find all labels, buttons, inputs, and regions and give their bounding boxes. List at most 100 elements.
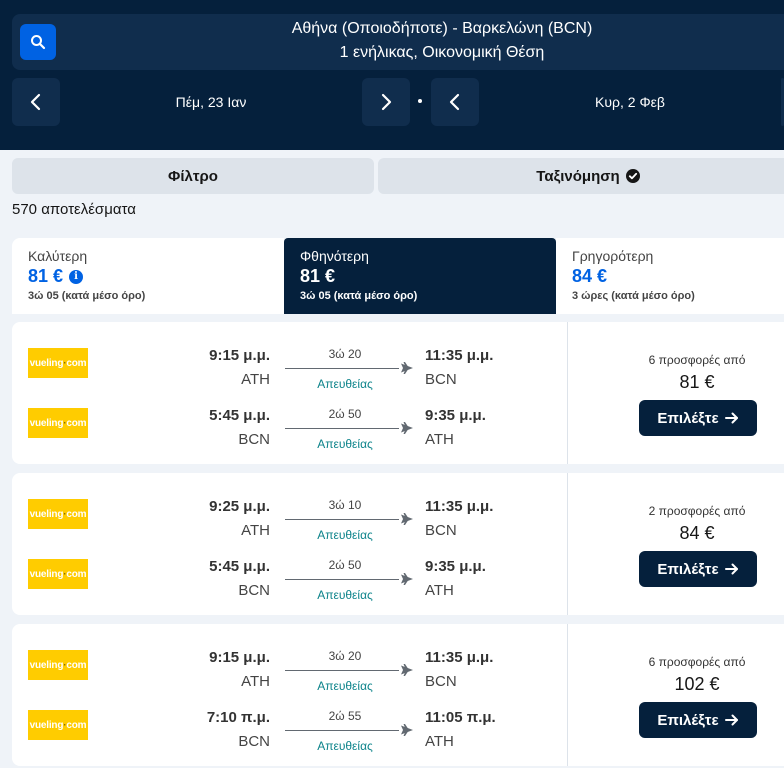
flight-duration: 2ώ 50 bbox=[328, 558, 362, 572]
filter-label: Φίλτρο bbox=[168, 167, 218, 185]
search-header: Αθήνα (Οποιοδήποτε) - Βαρκελώνη (BCN) 1 … bbox=[0, 0, 784, 150]
offers-count: 6 προσφορές από bbox=[648, 353, 746, 367]
stops-label: Απευθείας bbox=[317, 377, 373, 391]
chevron-left-icon bbox=[30, 93, 41, 111]
departure-airport: BCN bbox=[238, 431, 270, 448]
arrival-time: 11:35 μ.μ. bbox=[425, 649, 494, 666]
select-button[interactable]: Επιλέξτε bbox=[639, 551, 757, 587]
card-divider bbox=[567, 322, 568, 464]
departure-airport: ATH bbox=[241, 673, 270, 690]
sort-tabs: Καλύτερη 81 € i 3ώ 05 (κατά μέσο όρο) Φθη… bbox=[12, 238, 784, 314]
tab-fastest[interactable]: Γρηγορότερη 84 € 3 ώρες (κατά μέσο όρο) bbox=[556, 238, 784, 314]
plane-icon bbox=[401, 362, 413, 374]
flight-line bbox=[285, 670, 399, 671]
route-title: Αθήνα (Οποιοδήποτε) - Βαρκελώνη (BCN) bbox=[291, 20, 593, 37]
flight-duration: 3ώ 20 bbox=[328, 347, 362, 361]
tab-fastest-price: 84 € bbox=[572, 266, 608, 286]
plane-icon bbox=[401, 724, 413, 736]
departure-airport: ATH bbox=[241, 371, 270, 388]
arrival-time: 9:35 μ.μ. bbox=[425, 407, 486, 424]
arrow-right-icon bbox=[724, 412, 738, 424]
departure-time: 9:15 μ.μ. bbox=[209, 649, 270, 666]
plane-icon bbox=[401, 422, 413, 434]
arrival-airport: ATH bbox=[425, 582, 454, 599]
depart-date[interactable]: Πέμ, 23 Ιαν bbox=[60, 94, 362, 110]
arrival-time: 11:35 μ.μ. bbox=[425, 498, 494, 515]
departure-time: 7:10 π.μ. bbox=[206, 709, 270, 726]
tab-best-name: Καλύτερη bbox=[28, 248, 88, 264]
departure-airport: BCN bbox=[238, 582, 270, 599]
date-separator bbox=[418, 99, 422, 103]
airline-logo: vueling · com bbox=[28, 710, 88, 740]
flight-duration: 2ώ 55 bbox=[328, 709, 362, 723]
departure-time: 5:45 μ.μ. bbox=[209, 407, 270, 424]
result-card[interactable]: vueling · com 9:25 μ.μ. ATH 3ώ 10 Απευθεία… bbox=[12, 473, 784, 615]
flight-line bbox=[285, 428, 399, 429]
arrival-airport: ATH bbox=[425, 733, 454, 750]
stops-label: Απευθείας bbox=[317, 739, 373, 753]
stops-label: Απευθείας bbox=[317, 679, 373, 693]
search-summary-bar[interactable]: Αθήνα (Οποιοδήποτε) - Βαρκελώνη (BCN) 1 … bbox=[12, 14, 784, 70]
arrow-right-icon bbox=[724, 714, 738, 726]
chevron-right-icon bbox=[381, 93, 392, 111]
tab-fastest-name: Γρηγορότερη bbox=[572, 248, 654, 264]
airline-logo: vueling · com bbox=[28, 650, 88, 680]
departure-time: 5:45 μ.μ. bbox=[209, 558, 270, 575]
departure-airport: BCN bbox=[238, 733, 270, 750]
arrival-time: 11:35 μ.μ. bbox=[425, 347, 494, 364]
arrival-time: 11:05 π.μ. bbox=[425, 709, 496, 726]
flight-duration: 3ώ 20 bbox=[328, 649, 362, 663]
select-label: Επιλέξτε bbox=[657, 560, 719, 578]
arrival-airport: BCN bbox=[425, 371, 457, 388]
plane-icon bbox=[401, 573, 413, 585]
info-icon[interactable]: i bbox=[69, 269, 84, 284]
tab-best[interactable]: Καλύτερη 81 € i 3ώ 05 (κατά μέσο όρο) bbox=[12, 238, 284, 314]
result-card[interactable]: vueling · com 9:15 μ.μ. ATH 3ώ 20 Απευθεία… bbox=[12, 322, 784, 464]
depart-next-date-button[interactable] bbox=[362, 78, 410, 126]
arrow-right-icon bbox=[724, 563, 738, 575]
tab-best-price: 81 € bbox=[28, 266, 64, 286]
plane-icon bbox=[401, 513, 413, 525]
stops-label: Απευθείας bbox=[317, 588, 373, 602]
select-button[interactable]: Επιλέξτε bbox=[639, 400, 757, 436]
outbound-leg: vueling · com 9:25 μ.μ. ATH 3ώ 10 Απευθεία… bbox=[12, 491, 567, 551]
tab-cheapest-name: Φθηνότερη bbox=[300, 248, 369, 264]
filter-button[interactable]: Φίλτρο bbox=[12, 158, 374, 194]
return-prev-date-button[interactable] bbox=[431, 78, 479, 126]
sort-label: Ταξινόμηση bbox=[536, 167, 620, 185]
result-card[interactable]: vueling · com 9:15 μ.μ. ATH 3ώ 20 Απευθεία… bbox=[12, 624, 784, 766]
card-divider bbox=[567, 473, 568, 615]
sort-button[interactable]: Ταξινόμηση bbox=[378, 158, 784, 194]
flight-line bbox=[285, 579, 399, 580]
depart-prev-date-button[interactable] bbox=[12, 78, 60, 126]
outbound-leg: vueling · com 9:15 μ.μ. ATH 3ώ 20 Απευθεία… bbox=[12, 642, 567, 702]
flight-line bbox=[285, 519, 399, 520]
airline-logo: vueling · com bbox=[28, 559, 88, 589]
airline-logo: vueling · com bbox=[28, 499, 88, 529]
check-circle-icon bbox=[625, 169, 640, 183]
tab-cheapest[interactable]: Φθηνότερη 81 € 3ώ 05 (κατά μέσο όρο) bbox=[284, 238, 556, 314]
select-button[interactable]: Επιλέξτε bbox=[639, 702, 757, 738]
flight-duration: 3ώ 10 bbox=[328, 498, 362, 512]
flight-duration: 2ώ 50 bbox=[328, 407, 362, 421]
tab-fastest-duration: 3 ώρες (κατά μέσο όρο) bbox=[572, 290, 695, 302]
results-count: 570 αποτελέσματα bbox=[12, 201, 136, 218]
chevron-left-icon bbox=[449, 93, 460, 111]
departure-time: 9:25 μ.μ. bbox=[209, 498, 270, 515]
arrival-airport: BCN bbox=[425, 522, 457, 539]
return-date[interactable]: Κυρ, 2 Φεβ bbox=[479, 94, 781, 110]
offers-count: 6 προσφορές από bbox=[648, 655, 746, 669]
tab-best-duration: 3ώ 05 (κατά μέσο όρο) bbox=[28, 290, 146, 302]
arrival-airport: ATH bbox=[425, 431, 454, 448]
card-divider bbox=[567, 624, 568, 766]
airline-logo: vueling · com bbox=[28, 348, 88, 378]
select-label: Επιλέξτε bbox=[657, 409, 719, 427]
stops-label: Απευθείας bbox=[317, 437, 373, 451]
select-label: Επιλέξτε bbox=[657, 711, 719, 729]
price: 84 € bbox=[679, 523, 715, 543]
arrival-time: 9:35 μ.μ. bbox=[425, 558, 486, 575]
price: 81 € bbox=[679, 372, 715, 392]
return-leg: vueling · com 5:45 μ.μ. BCN 2ώ 50 Απευθεία… bbox=[12, 400, 567, 460]
tab-cheapest-duration: 3ώ 05 (κατά μέσο όρο) bbox=[300, 290, 418, 302]
airline-logo: vueling · com bbox=[28, 408, 88, 438]
